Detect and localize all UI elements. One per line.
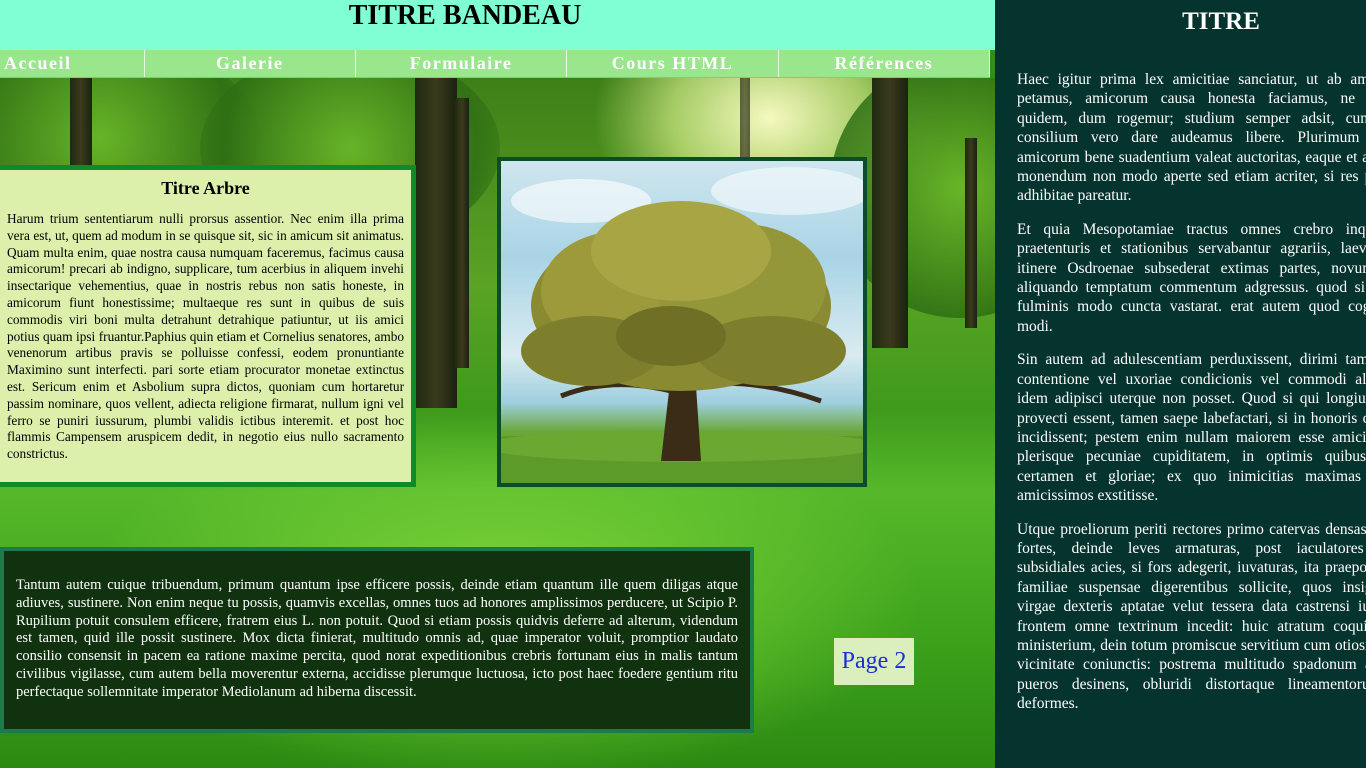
banner-title: TITRE BANDEAU — [348, 0, 582, 31]
sidebar-paragraph: Sin autem ad adulescentiam perduxissent,… — [1017, 351, 1366, 505]
right-sidebar: TITRE Haec igitur prima lex amicitiae sa… — [995, 0, 1366, 768]
tree-trunk — [415, 78, 457, 408]
nav-item-cours-html[interactable]: Cours HTML — [567, 50, 779, 77]
sidebar-paragraph: Haec igitur prima lex amicitiae sanciatu… — [1017, 71, 1366, 205]
arbre-section: Titre Arbre Harum trium sententiarum nul… — [0, 165, 416, 487]
top-banner: TITRE BANDEAU — [0, 0, 995, 50]
sidebar-paragraph: Et quia Mesopotamiae tractus omnes crebr… — [1017, 220, 1366, 335]
tree-trunk — [872, 78, 908, 348]
tree-trunk — [455, 98, 469, 368]
tree-photo — [497, 157, 867, 487]
sidebar-paragraph: Utque proeliorum periti rectores primo c… — [1017, 520, 1366, 713]
arbre-title: Titre Arbre — [161, 178, 250, 198]
main-nav: Accueil Galerie Formulaire Cours HTML Ré… — [0, 50, 991, 78]
arbre-text: Harum trium sententiarum nulli prorsus a… — [7, 211, 404, 462]
sidebar-title: TITRE — [1182, 8, 1260, 35]
nav-item-galerie[interactable]: Galerie — [145, 50, 356, 77]
nav-item-accueil[interactable]: Accueil — [0, 50, 145, 77]
nav-item-references[interactable]: Références — [779, 50, 991, 77]
bottom-text-section: Tantum autem cuique tribuendum, primum q… — [0, 547, 754, 733]
tree-trunk — [70, 78, 92, 168]
tree-trunk — [965, 138, 977, 328]
bottom-text: Tantum autem cuique tribuendum, primum q… — [16, 577, 738, 700]
nav-item-formulaire[interactable]: Formulaire — [356, 50, 568, 77]
sidebar-paragraphs: Haec igitur prima lex amicitiae sanciatu… — [1017, 70, 1366, 728]
oak-tree-image — [501, 167, 863, 483]
page-2-link[interactable]: Page 2 — [834, 638, 914, 685]
